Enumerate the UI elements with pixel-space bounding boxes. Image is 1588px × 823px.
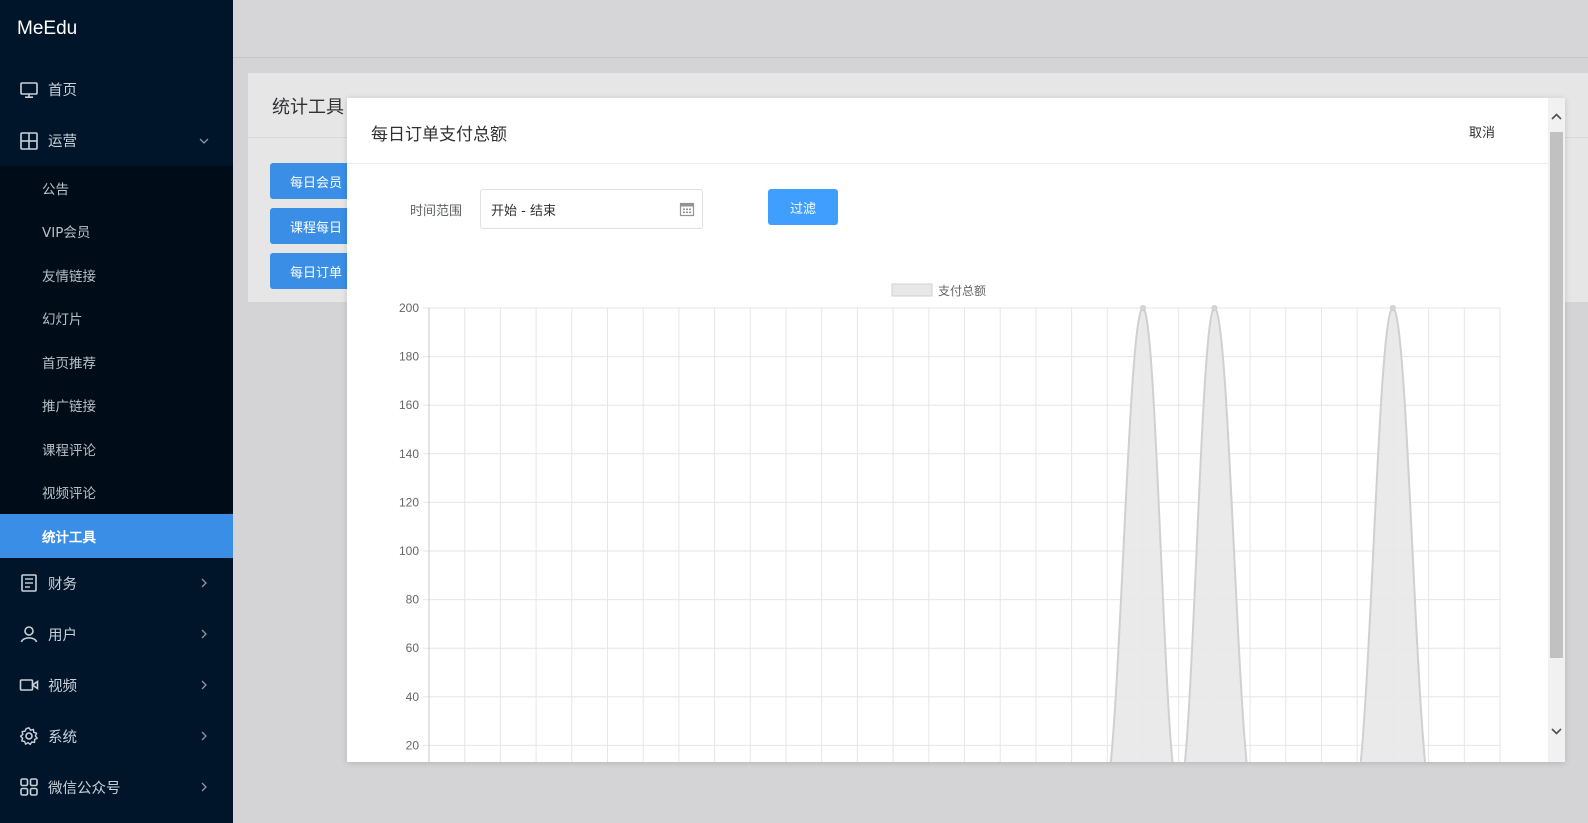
chart-y-ticks: 20 40 60 80 100 120 140 160 180 200 xyxy=(399,301,419,752)
scrollbar-thumb[interactable] xyxy=(1550,132,1563,658)
sidebar-item-videos[interactable]: 视频 xyxy=(0,660,233,711)
y-tick-label: 80 xyxy=(406,593,420,607)
legend-swatch xyxy=(891,283,933,297)
apps-icon xyxy=(19,777,39,797)
sidebar-item-label: 系统 xyxy=(48,729,77,746)
sidebar-item-finance[interactable]: 财务 xyxy=(0,558,233,609)
y-tick-label: 160 xyxy=(399,398,419,412)
y-tick-label: 100 xyxy=(399,544,419,558)
chevron-right-icon xyxy=(201,680,207,690)
y-tick-label: 20 xyxy=(406,738,420,752)
sidebar-item-slides[interactable]: 幻灯片 xyxy=(0,297,233,341)
sidebar-item-users[interactable]: 用户 xyxy=(0,609,233,660)
y-tick-label: 120 xyxy=(399,495,419,509)
chart-grid-horizontal xyxy=(423,307,1500,762)
sidebar-item-home-recommend[interactable]: 首页推荐 xyxy=(0,340,233,384)
sidebar-item-label: 运营 xyxy=(48,134,77,150)
data-point xyxy=(1140,305,1146,311)
daily-order-payment-modal: 每日订单支付总额 取消 时间范围 开始 - 结束 过滤 20 40 60 80 100 1… xyxy=(347,98,1565,762)
sidebar-item-video-comments[interactable]: 视频评论 xyxy=(0,471,233,515)
scroll-up-icon[interactable] xyxy=(1550,110,1563,124)
video-icon xyxy=(19,675,39,695)
legend-label: 支付总额 xyxy=(938,284,986,298)
y-tick-label: 40 xyxy=(406,690,420,704)
sidebar: MeEdu 首页 运营 公告 VIP会员 友情链接 幻灯片 首页推荐 推广链接 … xyxy=(0,0,233,823)
sidebar-item-announcement[interactable]: 公告 xyxy=(0,166,233,210)
chart-legend: 支付总额 xyxy=(891,283,986,298)
payment-total-chart: 20 40 60 80 100 120 140 160 180 200 支付总额 xyxy=(399,283,1501,762)
top-bar xyxy=(233,0,1588,58)
document-icon xyxy=(19,573,39,593)
chevron-right-icon xyxy=(201,629,207,639)
sidebar-item-operations[interactable]: 运营 xyxy=(0,115,233,166)
y-tick-label: 60 xyxy=(406,641,420,655)
app-logo[interactable]: MeEdu xyxy=(0,0,233,64)
sidebar-item-wechat[interactable]: 微信公众号 xyxy=(0,762,233,813)
sidebar-item-label: 用户 xyxy=(48,627,77,644)
chart-grid-vertical xyxy=(428,308,1501,762)
y-tick-label: 180 xyxy=(399,350,419,364)
operations-submenu: 公告 VIP会员 友情链接 幻灯片 首页推荐 推广链接 课程评论 视频评论 统计… xyxy=(0,166,233,558)
chevron-down-icon xyxy=(199,138,209,144)
sidebar-item-label: 首页 xyxy=(48,83,77,99)
data-point xyxy=(1211,305,1218,311)
y-tick-label: 140 xyxy=(399,447,419,461)
sidebar-item-label: 微信公众号 xyxy=(48,780,121,797)
sidebar-item-label: 财务 xyxy=(48,576,77,593)
data-point xyxy=(1389,305,1396,311)
sidebar-item-home[interactable]: 首页 xyxy=(0,64,233,115)
sidebar-item-course-comments[interactable]: 课程评论 xyxy=(0,427,233,471)
chevron-right-icon xyxy=(201,731,207,741)
grid-icon xyxy=(19,131,39,151)
gear-icon xyxy=(19,726,39,746)
user-icon xyxy=(19,624,39,644)
sidebar-item-statistics[interactable]: 统计工具 xyxy=(0,514,233,558)
sidebar-item-promo-links[interactable]: 推广链接 xyxy=(0,384,233,428)
sidebar-item-system[interactable]: 系统 xyxy=(0,711,233,762)
sidebar-item-friend-links[interactable]: 友情链接 xyxy=(0,253,233,297)
scroll-down-icon[interactable] xyxy=(1550,724,1563,738)
y-tick-label: 200 xyxy=(399,301,419,315)
monitor-icon xyxy=(19,80,39,100)
chevron-right-icon xyxy=(201,578,207,588)
sidebar-item-label: 视频 xyxy=(48,678,77,695)
sidebar-item-vip[interactable]: VIP会员 xyxy=(0,210,233,254)
modal-scrollbar[interactable] xyxy=(1548,98,1565,762)
chevron-right-icon xyxy=(201,782,207,792)
